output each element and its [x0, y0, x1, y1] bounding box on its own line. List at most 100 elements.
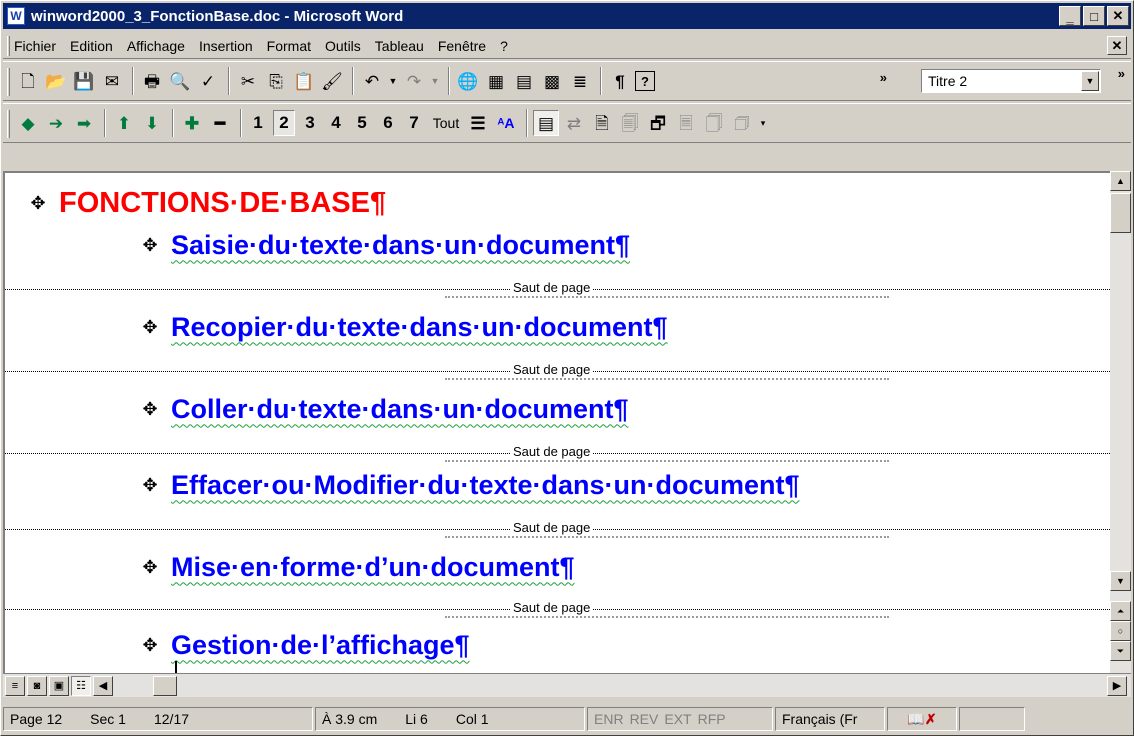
expand-marker-icon[interactable]: ✥ — [139, 635, 161, 656]
spelling-icon[interactable]: ✓ — [195, 68, 221, 94]
master-document-view-icon[interactable]: ▤ — [533, 110, 559, 136]
tables-borders-icon[interactable]: ▦ — [483, 68, 509, 94]
outline-heading2[interactable]: ✥ Saisie·du·texte·dans·un·document¶ — [139, 225, 630, 265]
outline-heading2[interactable]: ✥ Mise·en·forme·d’un·document¶ — [139, 547, 574, 587]
outline-view-icon[interactable]: ☷ — [71, 676, 91, 696]
menubar-grip[interactable] — [7, 36, 10, 56]
normal-view-icon[interactable]: ≡ — [5, 676, 25, 696]
paste-icon[interactable]: 📋 — [291, 68, 317, 94]
move-down-icon[interactable]: ⬇ — [139, 110, 165, 136]
close-button[interactable]: ✕ — [1107, 6, 1129, 26]
style-dropdown[interactable]: Titre 2 ▼ — [921, 69, 1101, 93]
print-layout-view-icon[interactable]: ▣ — [49, 676, 69, 696]
remove-subdocument-icon[interactable]: 🗐 — [617, 110, 643, 136]
menu-insertion[interactable]: Insertion — [198, 38, 254, 54]
maximize-button[interactable]: □ — [1083, 6, 1105, 26]
move-up-icon[interactable]: ⬆ — [111, 110, 137, 136]
mode-enr[interactable]: ENR — [594, 711, 624, 727]
word-doc-icon[interactable]: W — [7, 7, 25, 25]
show-level-4[interactable]: 4 — [325, 113, 347, 133]
create-subdocument-icon[interactable]: 🗎 — [589, 110, 615, 136]
cut-icon[interactable]: ✂ — [235, 68, 261, 94]
web-layout-view-icon[interactable]: ◙ — [27, 676, 47, 696]
merge-subdocument-icon[interactable]: 🗏 — [673, 110, 699, 136]
status-language[interactable]: Français (Fr — [775, 707, 885, 731]
status-position-panel[interactable]: Page 12 Sec 1 12/17 — [3, 707, 313, 731]
hscroll-thumb[interactable] — [153, 676, 177, 696]
outline-heading2[interactable]: ✥ Recopier·du·texte·dans·un·document¶ — [139, 307, 667, 347]
expand-marker-icon[interactable]: ✥ — [139, 235, 161, 256]
show-formatting-icon[interactable]: ¶ — [607, 68, 633, 94]
insert-table-icon[interactable]: ▤ — [511, 68, 537, 94]
mode-ext[interactable]: EXT — [664, 711, 691, 727]
menu-fenetre[interactable]: Fenêtre — [437, 38, 487, 54]
toolbar-grip[interactable] — [7, 68, 10, 96]
toolbar-more-icon[interactable]: » — [880, 70, 887, 85]
show-level-5[interactable]: 5 — [351, 113, 373, 133]
toolbar-options-icon[interactable]: ▾ — [757, 110, 769, 136]
menu-outils[interactable]: Outils — [324, 38, 362, 54]
collapse-icon[interactable]: ━ — [207, 110, 233, 136]
scroll-up-icon[interactable]: ▲ — [1110, 171, 1131, 191]
mode-rev[interactable]: REV — [630, 711, 659, 727]
menu-affichage[interactable]: Affichage — [126, 38, 186, 54]
show-level-2[interactable]: 2 — [273, 110, 295, 136]
email-icon[interactable]: ✉ — [99, 68, 125, 94]
columns-icon[interactable]: ≣ — [567, 68, 593, 94]
save-icon[interactable]: 💾 — [71, 68, 97, 94]
demote-to-body-icon[interactable]: ➡ — [71, 110, 97, 136]
menu-edition[interactable]: Edition — [69, 38, 114, 54]
insert-excel-icon[interactable]: ▩ — [539, 68, 565, 94]
spelling-status-icon[interactable]: 📖 ✗ — [887, 707, 957, 731]
menu-tableau[interactable]: Tableau — [374, 38, 425, 54]
first-line-only-icon[interactable]: ☰ — [465, 110, 491, 136]
scroll-left-icon[interactable]: ◀ — [93, 676, 113, 696]
expand-marker-icon[interactable]: ✥ — [27, 193, 49, 214]
browse-object-icon[interactable]: ○ — [1110, 621, 1131, 641]
undo-dropdown-icon[interactable]: ▼ — [387, 68, 399, 94]
format-painter-icon[interactable]: 🖌 — [319, 68, 345, 94]
print-icon[interactable]: 🖶 — [139, 68, 165, 94]
insert-subdocument-icon[interactable]: 🗗 — [645, 110, 671, 136]
show-all-button[interactable]: Tout — [429, 110, 463, 136]
expand-icon[interactable]: ✚ — [179, 110, 205, 136]
mode-rfp[interactable]: RFP — [698, 711, 726, 727]
undo-icon[interactable]: ↶ — [359, 68, 385, 94]
title-bar[interactable]: W winword2000_3_FonctionBase.doc - Micro… — [3, 3, 1131, 29]
menu-fichier[interactable]: Fichier — [13, 38, 57, 54]
menu-help[interactable]: ? — [499, 38, 509, 54]
expand-marker-icon[interactable]: ✥ — [139, 557, 161, 578]
scroll-right-icon[interactable]: ▶ — [1107, 676, 1127, 696]
status-cursor-panel[interactable]: À 3.9 cm Li 6 Col 1 — [315, 707, 585, 731]
show-level-1[interactable]: 1 — [247, 113, 269, 133]
toolbar-more-icon[interactable]: » — [1118, 66, 1125, 81]
outline-heading2[interactable]: ✥ Gestion·de·l’affichage¶ — [139, 625, 469, 665]
toolbar-grip[interactable] — [7, 110, 10, 138]
open-folder-icon[interactable]: 📂 — [43, 68, 69, 94]
expand-marker-icon[interactable]: ✥ — [139, 317, 161, 338]
redo-dropdown-icon[interactable]: ▼ — [429, 68, 441, 94]
chevron-down-icon[interactable]: ▼ — [1081, 71, 1099, 91]
menu-format[interactable]: Format — [266, 38, 312, 54]
demote-icon[interactable]: ➔ — [43, 110, 69, 136]
document-close-button[interactable]: ✕ — [1107, 36, 1127, 55]
outline-heading1[interactable]: ✥ FONCTIONS·DE·BASE¶ — [27, 183, 386, 223]
hyperlink-icon[interactable]: 🌐 — [455, 68, 481, 94]
print-preview-icon[interactable]: 🔍 — [167, 68, 193, 94]
expand-marker-icon[interactable]: ✥ — [139, 399, 161, 420]
outline-heading2[interactable]: ✥ Coller·du·texte·dans·un·document¶ — [139, 389, 628, 429]
show-level-3[interactable]: 3 — [299, 113, 321, 133]
show-level-7[interactable]: 7 — [403, 113, 425, 133]
show-formatting-toggle-icon[interactable]: ᴬA — [493, 110, 519, 136]
next-page-icon[interactable]: ⏷ — [1110, 641, 1131, 661]
split-subdocument-icon[interactable]: 🗍 — [701, 110, 727, 136]
scroll-down-icon[interactable]: ▼ — [1110, 571, 1131, 591]
minimize-button[interactable]: ‗ — [1059, 6, 1081, 26]
help-icon[interactable]: ? — [635, 71, 655, 91]
collapse-subdocuments-icon[interactable]: ⇄ — [561, 110, 587, 136]
outline-heading2[interactable]: ✥ Effacer·ou·Modifier·du·texte·dans·un·d… — [139, 465, 799, 505]
show-level-6[interactable]: 6 — [377, 113, 399, 133]
promote-icon[interactable]: ◆ — [15, 110, 41, 136]
scroll-thumb[interactable] — [1110, 193, 1131, 233]
lock-document-icon[interactable]: 🗇 — [729, 110, 755, 136]
